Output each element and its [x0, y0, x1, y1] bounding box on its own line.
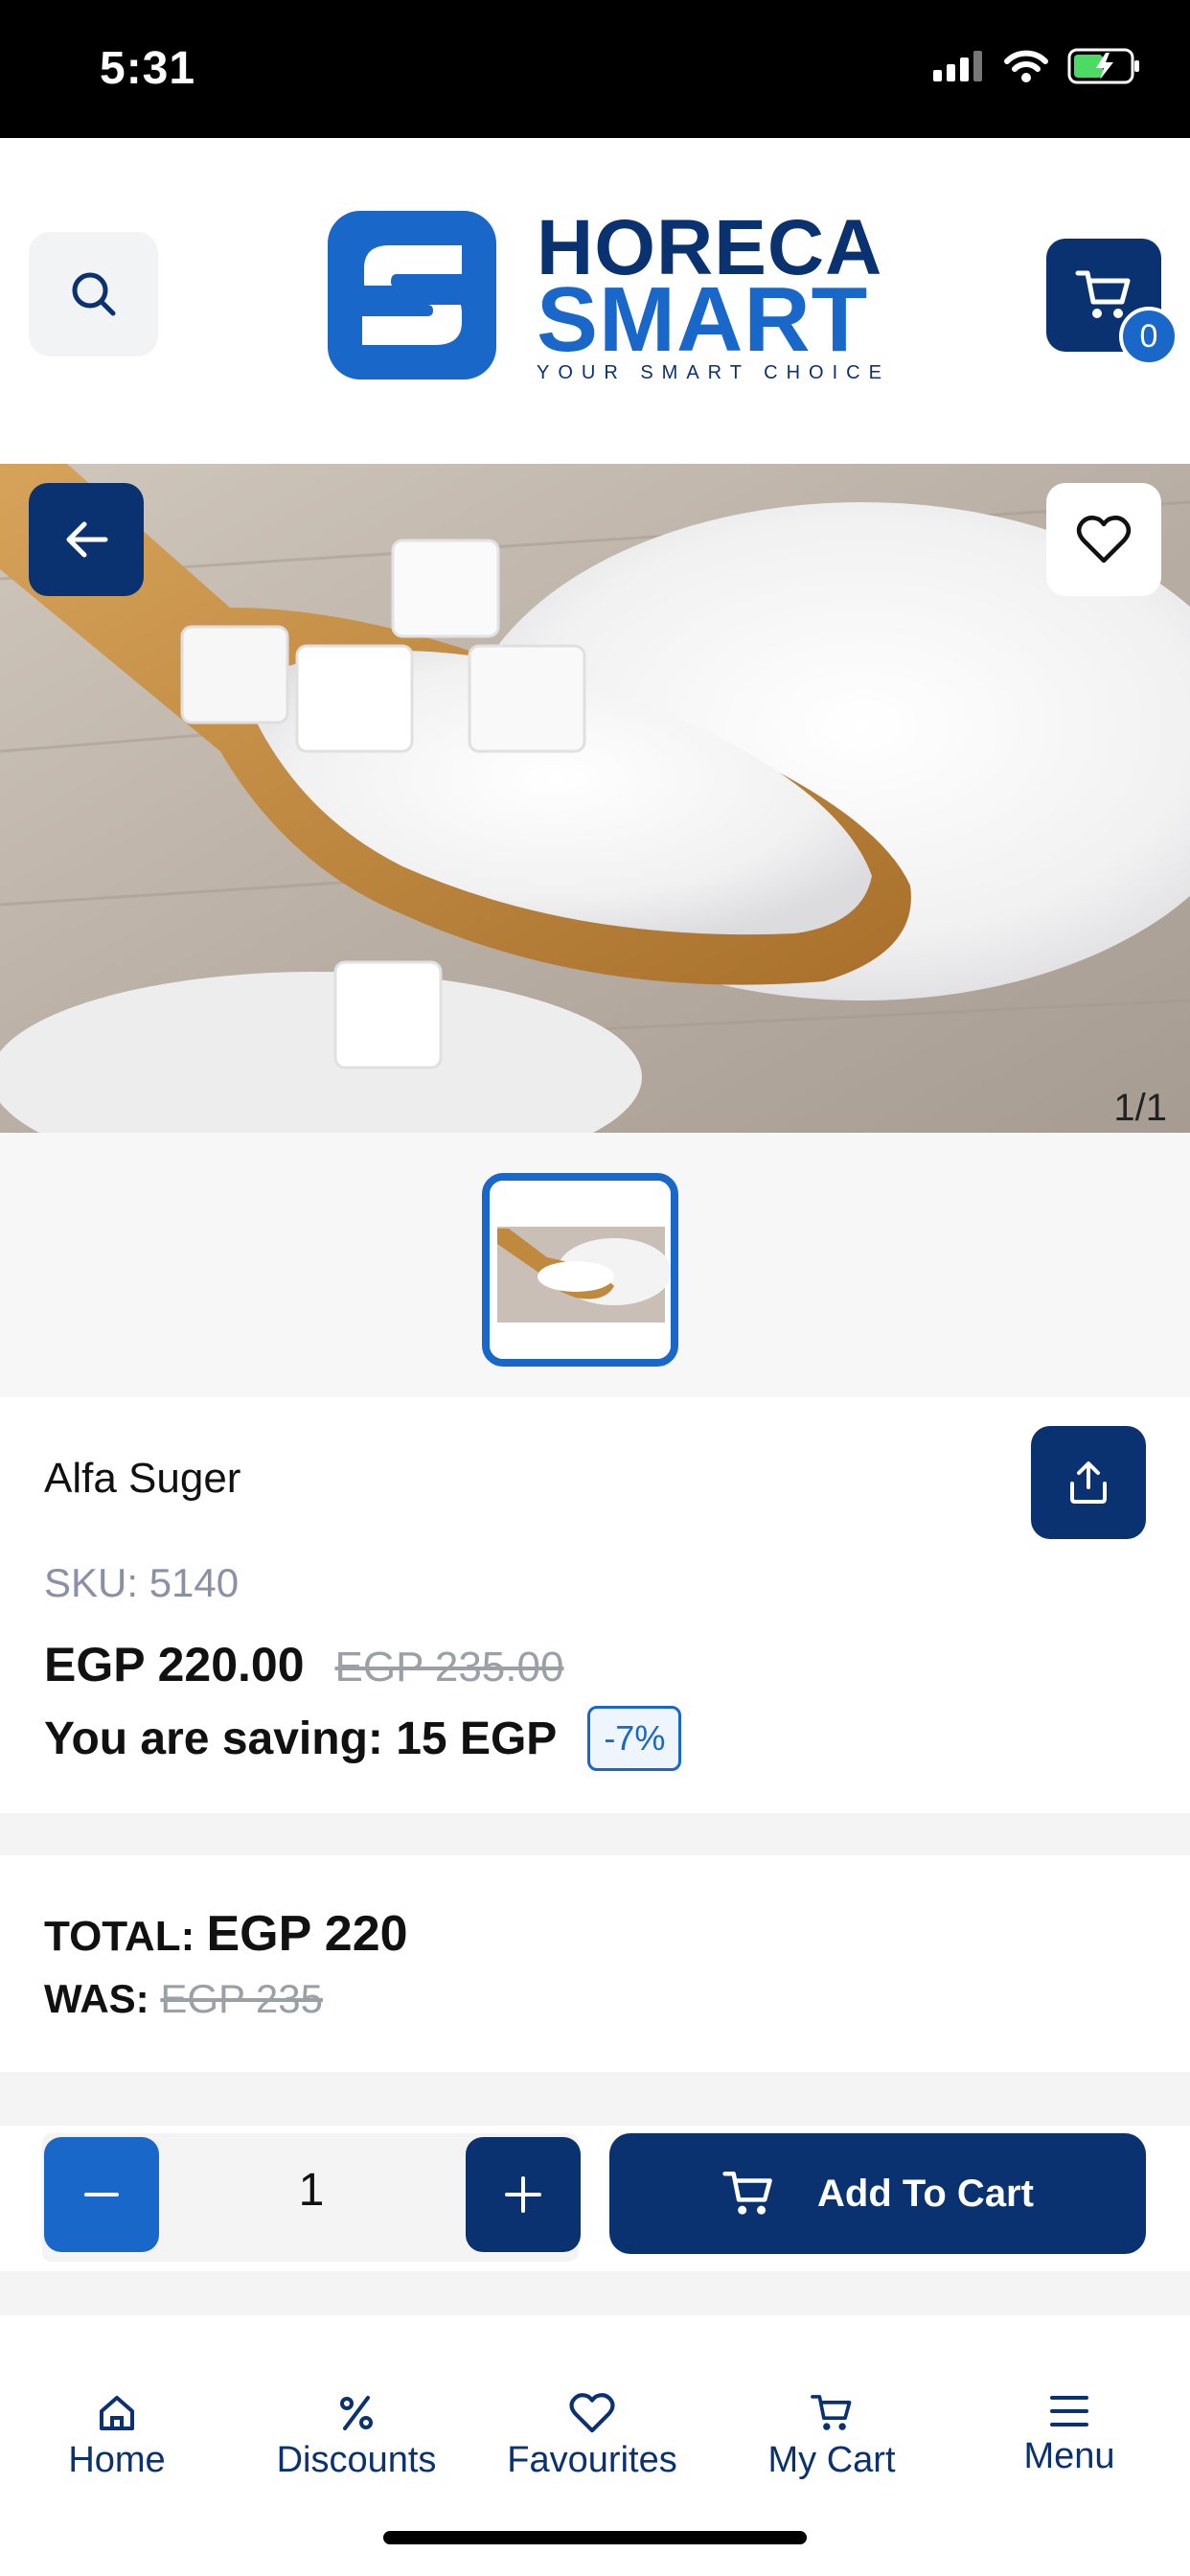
logo-mark	[328, 211, 496, 380]
cart-icon	[722, 2171, 772, 2215]
nav-item-favourites[interactable]: Favourites	[487, 2392, 698, 2481]
status-time: 5:31	[100, 43, 196, 94]
minus-icon	[84, 2193, 119, 2196]
home-icon	[100, 2396, 134, 2430]
brand-logo[interactable]: HORECA SMART YOUR SMART CHOICE	[328, 205, 883, 383]
sku-label: SKU:	[44, 1560, 139, 1605]
add-to-cart-label: Add To Cart	[817, 2172, 1034, 2215]
was-value: EGP 235	[160, 1976, 324, 2021]
cart-icon	[1075, 270, 1131, 318]
old-price: EGP 235.00	[334, 1644, 564, 1690]
totals-section: TOTAL: EGP 220 WAS: EGP 235	[0, 1855, 1190, 2072]
heart-icon	[1076, 516, 1132, 564]
cart-count-badge: 0	[1119, 307, 1179, 366]
wifi-icon	[1004, 50, 1048, 82]
total-label: TOTAL:	[44, 1913, 195, 1960]
signal-icon	[933, 51, 982, 81]
thumbnail-strip	[0, 1133, 1190, 1397]
product-image[interactable]	[0, 464, 1190, 1133]
search-button[interactable]	[29, 232, 158, 356]
section-divider	[0, 2271, 1190, 2315]
percent-icon	[340, 2396, 373, 2430]
was-line: WAS: EGP 235	[44, 1976, 323, 2022]
total-value: EGP 220	[206, 1906, 408, 1962]
cart-icon	[811, 2395, 852, 2430]
product-photo	[0, 464, 1190, 1133]
back-button[interactable]	[29, 483, 144, 596]
section-divider	[0, 2072, 1190, 2126]
nav-item-my-cart[interactable]: My Cart	[726, 2392, 937, 2481]
price-row: EGP 220.00 EGP 235.00	[44, 1637, 563, 1692]
nav-label-discounts: Discounts	[276, 2440, 437, 2480]
decrease-quantity-button[interactable]	[44, 2137, 159, 2252]
arrow-left-icon	[66, 521, 108, 558]
section-divider	[0, 1813, 1190, 1855]
share-button[interactable]	[1031, 1426, 1146, 1539]
add-to-cart-button[interactable]: Add To Cart	[609, 2133, 1146, 2254]
app-header: HORECA SMART YOUR SMART CHOICE 0	[0, 138, 1190, 464]
status-bar: 5:31	[0, 0, 1190, 138]
sku-value: 5140	[149, 1560, 240, 1605]
logo-tagline: YOUR SMART CHOICE	[537, 362, 890, 383]
current-price: EGP 220.00	[44, 1638, 305, 1691]
plus-icon	[505, 2176, 541, 2213]
discount-badge: -7%	[587, 1706, 682, 1771]
quantity-value[interactable]: 1	[287, 2164, 335, 2217]
heart-icon	[569, 2393, 615, 2433]
nav-label-my-cart: My Cart	[767, 2440, 896, 2480]
nav-label-home: Home	[68, 2440, 166, 2480]
nav-item-home[interactable]: Home	[11, 2392, 222, 2481]
product-info: Alfa Suger SKU: 5140 EGP 220.00 EGP 235.…	[0, 1397, 1190, 1813]
menu-icon	[1050, 2396, 1088, 2426]
sku: SKU: 5140	[44, 1560, 239, 1606]
product-name: Alfa Suger	[44, 1455, 241, 1502]
add-to-cart-row: 1 Add To Cart	[0, 2126, 1190, 2271]
total-line: TOTAL: EGP 220	[44, 1905, 408, 1963]
image-counter: 1/1	[1113, 1087, 1167, 1129]
nav-item-menu[interactable]: Menu	[964, 2392, 1175, 2477]
nav-label-favourites: Favourites	[507, 2440, 677, 2480]
battery-icon	[1067, 48, 1139, 84]
share-icon	[1070, 1461, 1107, 1504]
nav-item-discounts[interactable]: Discounts	[251, 2392, 462, 2481]
thumbnail-selected[interactable]	[482, 1173, 678, 1367]
search-icon	[72, 272, 115, 316]
home-indicator	[383, 2531, 807, 2544]
was-label: WAS:	[44, 1976, 149, 2021]
nav-label-menu: Menu	[1023, 2436, 1115, 2476]
favourite-button[interactable]	[1046, 483, 1161, 596]
status-icons	[933, 48, 1142, 84]
saving-text: You are saving: 15 EGP	[44, 1713, 558, 1764]
increase-quantity-button[interactable]	[466, 2137, 581, 2252]
saving-row: You are saving: 15 EGP -7%	[44, 1706, 682, 1771]
logo-text-smart: SMART	[537, 268, 869, 371]
